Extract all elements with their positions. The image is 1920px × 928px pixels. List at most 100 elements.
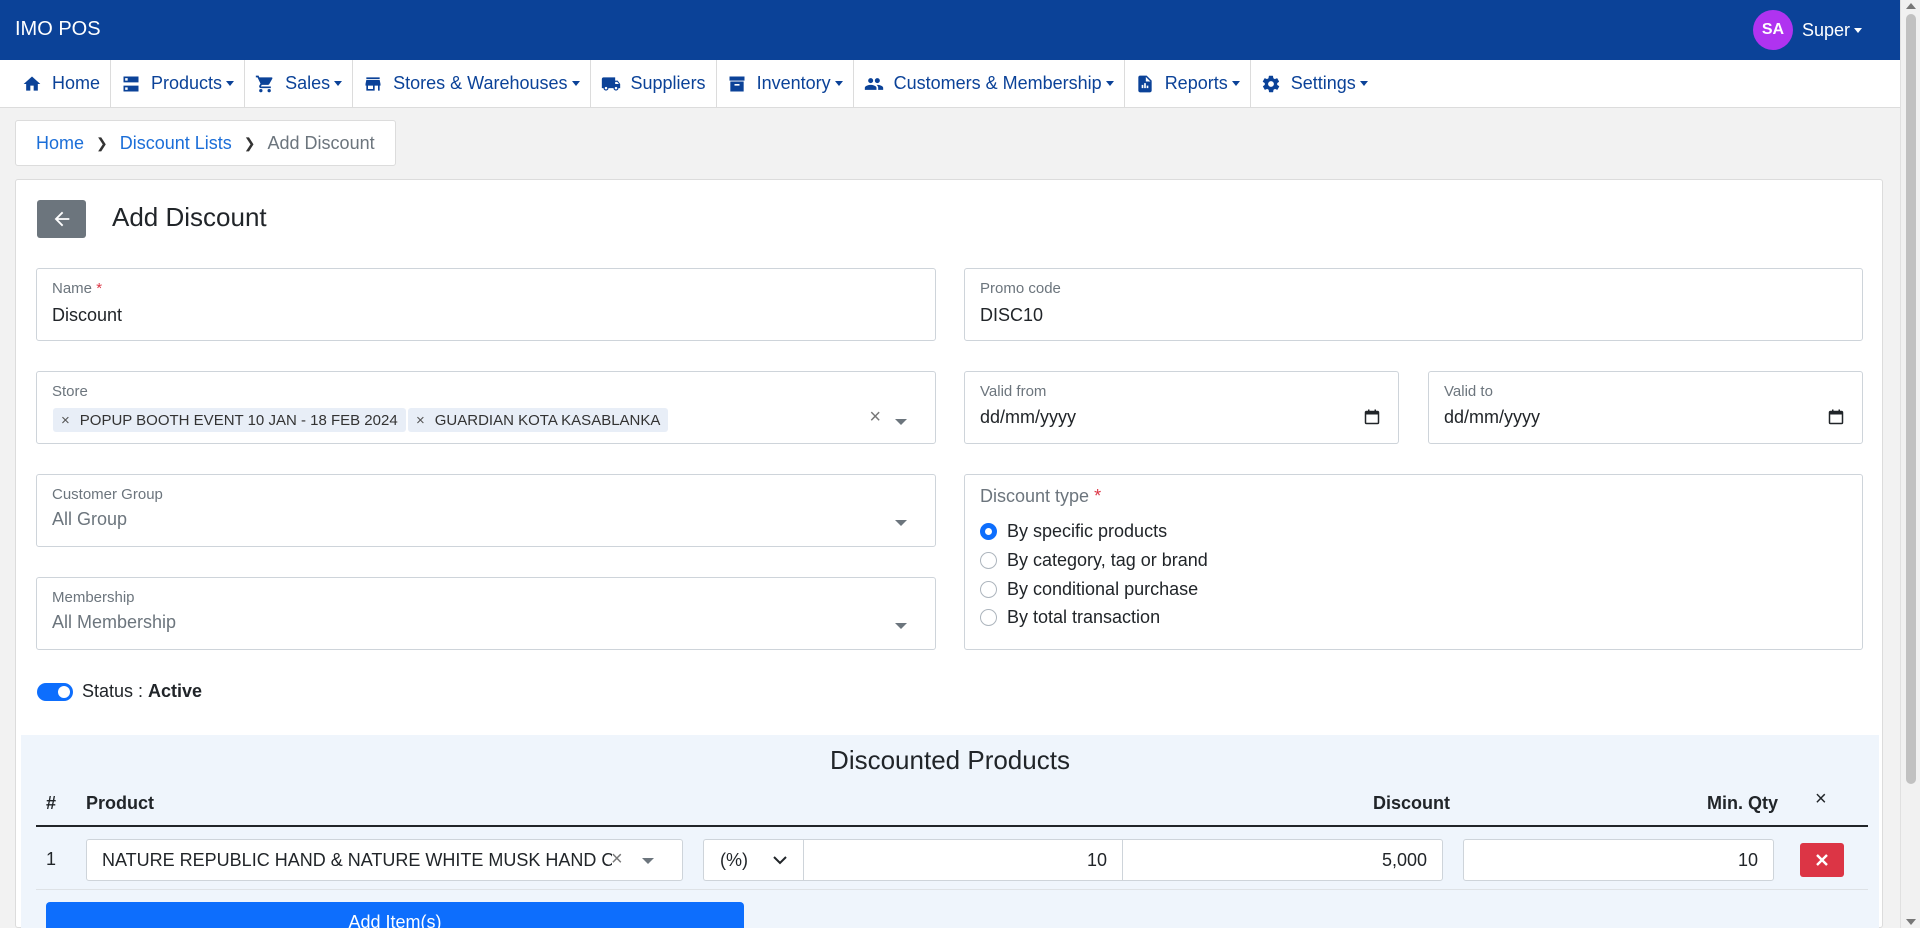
discount-percent-input[interactable]: 10 xyxy=(803,839,1123,881)
store-chip: × POPUP BOOTH EVENT 10 JAN - 18 FEB 2024 xyxy=(53,408,406,432)
chevron-down-icon xyxy=(226,81,235,86)
product-select[interactable]: NATURE REPUBLIC HAND & NATURE WHITE MUSK… xyxy=(86,839,683,881)
nav-inventory-label: Inventory xyxy=(756,73,831,93)
name-field[interactable]: Name * Discount xyxy=(36,268,936,341)
clear-icon[interactable]: × xyxy=(869,406,881,429)
customer-group-label: Customer Group xyxy=(52,486,163,503)
close-icon xyxy=(1816,854,1828,866)
row-number: 1 xyxy=(46,849,57,869)
add-items-button[interactable]: Add Item(s) xyxy=(46,902,744,928)
store-label: Store xyxy=(52,383,88,400)
users-icon xyxy=(864,77,883,90)
membership-value: All Membership xyxy=(52,612,177,632)
avatar[interactable]: SA xyxy=(1752,10,1793,50)
radio-unchecked-icon[interactable] xyxy=(980,609,997,626)
store-icon xyxy=(365,76,381,91)
archive-icon xyxy=(729,76,745,91)
min-qty-value: 10 xyxy=(1737,849,1758,870)
breadcrumb-home[interactable]: Home xyxy=(36,133,84,154)
chevron-down-icon[interactable] xyxy=(895,419,907,425)
store-chip-label: POPUP BOOTH EVENT 10 JAN - 18 FEB 2024 xyxy=(79,411,398,429)
header-divider xyxy=(36,825,1868,827)
nav-settings-label: Settings xyxy=(1290,73,1356,93)
chip-remove-icon[interactable]: × xyxy=(416,412,425,429)
radio-label: By category, tag or brand xyxy=(1007,550,1208,570)
calendar-icon[interactable] xyxy=(1828,409,1844,425)
products-icon xyxy=(123,76,139,91)
radio-unchecked-icon[interactable] xyxy=(980,581,997,598)
scrollbar-thumb[interactable] xyxy=(1906,14,1916,784)
discount-type-group: Discount type * By specific products By … xyxy=(964,474,1863,650)
radio-checked-icon[interactable] xyxy=(980,523,997,540)
col-header-num: # xyxy=(46,793,57,813)
breadcrumb-discount-lists[interactable]: Discount Lists xyxy=(120,133,232,154)
nav-products-label: Products xyxy=(151,73,223,93)
min-qty-input[interactable]: 10 xyxy=(1463,839,1774,881)
add-discount-card: Add Discount Name * Discount Promo code … xyxy=(15,179,1883,928)
valid-to-field[interactable]: Valid to dd/mm/yyyy xyxy=(1428,371,1863,444)
chevron-down-icon xyxy=(834,81,843,86)
chevron-down-icon[interactable] xyxy=(642,858,654,864)
customer-group-select[interactable]: Customer Group All Group xyxy=(36,474,936,547)
nav-reports[interactable]: Reports xyxy=(1125,59,1251,108)
name-value: Discount xyxy=(52,305,123,325)
radio-specific-products[interactable]: By specific products xyxy=(980,521,1167,542)
radio-category-tag-brand[interactable]: By category, tag or brand xyxy=(980,550,1208,571)
app-title[interactable]: IMO POS xyxy=(15,18,101,41)
scroll-up-icon[interactable] xyxy=(1906,3,1916,9)
store-select[interactable]: Store × POPUP BOOTH EVENT 10 JAN - 18 FE… xyxy=(36,371,936,444)
home-icon xyxy=(23,76,41,91)
nav-sales[interactable]: Sales xyxy=(245,59,354,108)
chevron-down-icon xyxy=(773,856,787,865)
radio-unchecked-icon[interactable] xyxy=(980,552,997,569)
clear-icon[interactable]: × xyxy=(611,848,623,871)
user-name[interactable]: Super xyxy=(1802,20,1850,41)
chevron-down-icon[interactable] xyxy=(895,520,907,526)
radio-label: By total transaction xyxy=(1007,607,1161,627)
delete-row-button[interactable] xyxy=(1800,843,1844,877)
user-menu[interactable]: SA Super xyxy=(1752,10,1862,50)
discounted-products-section: Discounted Products # Product Discount M… xyxy=(21,735,1879,928)
discount-amount-input[interactable]: 5,000 xyxy=(1122,839,1443,881)
truck-icon xyxy=(601,76,620,91)
calendar-icon[interactable] xyxy=(1364,409,1380,425)
nav-stores[interactable]: Stores & Warehouses xyxy=(353,59,591,108)
nav-home[interactable]: Home xyxy=(12,59,112,108)
nav-customers-label: Customers & Membership xyxy=(893,73,1102,93)
promo-code-label: Promo code xyxy=(980,280,1061,297)
discounted-products-title: Discounted Products xyxy=(830,745,1070,775)
chevron-right-icon: ❯ xyxy=(243,134,256,151)
discount-type-select[interactable]: (%) xyxy=(703,839,803,881)
name-label: Name * xyxy=(52,280,103,297)
nav-settings[interactable]: Settings xyxy=(1251,60,1378,108)
chip-remove-icon[interactable]: × xyxy=(61,412,70,429)
customer-group-value: All Group xyxy=(52,509,128,529)
breadcrumb-current: Add Discount xyxy=(267,132,375,153)
report-icon xyxy=(1138,75,1152,92)
status-toggle[interactable] xyxy=(37,682,73,701)
chevron-down-icon xyxy=(1854,27,1862,33)
nav-sales-label: Sales xyxy=(285,73,331,93)
close-icon[interactable]: × xyxy=(1815,788,1827,811)
product-value: NATURE REPUBLIC HAND & NATURE WHITE MUSK… xyxy=(102,849,612,870)
cart-icon xyxy=(255,75,273,92)
scrollbar[interactable] xyxy=(1900,0,1920,928)
col-header-discount: Discount xyxy=(1373,793,1451,813)
chevron-down-icon xyxy=(571,81,580,86)
valid-from-field[interactable]: Valid from dd/mm/yyyy xyxy=(964,371,1399,444)
nav-products[interactable]: Products xyxy=(111,59,246,108)
membership-select[interactable]: Membership All Membership xyxy=(36,577,936,650)
store-chip-label: GUARDIAN KOTA KASABLANKA xyxy=(434,411,661,429)
nav-customers[interactable]: Customers & Membership xyxy=(854,59,1125,108)
radio-conditional-purchase[interactable]: By conditional purchase xyxy=(980,579,1198,600)
scroll-down-icon[interactable] xyxy=(1906,919,1916,925)
chevron-down-icon[interactable] xyxy=(895,623,907,629)
radio-total-transaction[interactable]: By total transaction xyxy=(980,607,1160,628)
arrow-left-icon xyxy=(54,211,69,227)
nav-inventory[interactable]: Inventory xyxy=(717,59,854,108)
top-bar: IMO POS SA Super xyxy=(0,0,1900,60)
nav-suppliers[interactable]: Suppliers xyxy=(591,59,717,108)
promo-code-field[interactable]: Promo code DISC10 xyxy=(964,268,1863,341)
back-button[interactable] xyxy=(37,200,86,238)
nav-reports-label: Reports xyxy=(1164,73,1228,93)
